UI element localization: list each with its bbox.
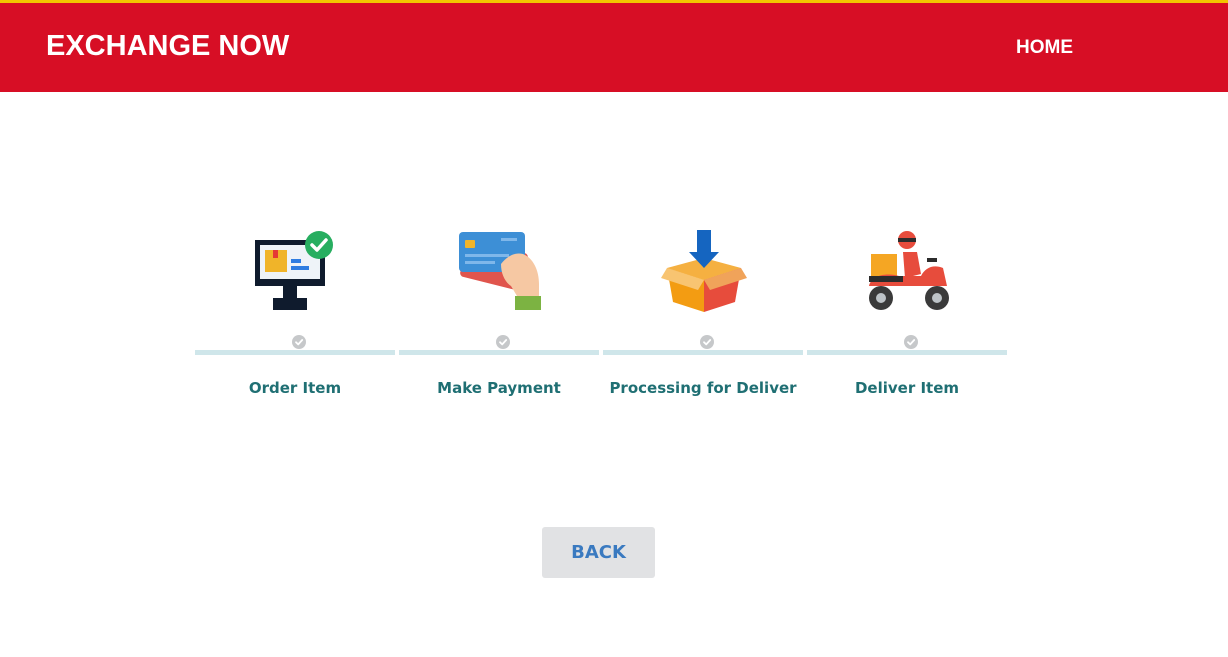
- step-label: Deliver Item: [854, 379, 960, 397]
- credit-card-payment-icon: [457, 228, 543, 314]
- step-progress-bar: [807, 350, 1007, 355]
- step-order-item: Order Item: [195, 228, 395, 408]
- step-deliver-item: Deliver Item: [807, 228, 1007, 408]
- step-processing-for-deliver: Processing for Deliver: [603, 228, 803, 408]
- step-make-payment: Make Payment: [399, 228, 599, 408]
- header-bar: EXCHANGE NOW HOME: [0, 0, 1228, 92]
- computer-order-icon: [253, 228, 339, 314]
- check-icon: [904, 335, 918, 349]
- nav-home-link[interactable]: HOME: [1016, 37, 1073, 59]
- back-button[interactable]: BACK: [542, 527, 655, 578]
- step-label: Processing for Deliver: [609, 379, 797, 397]
- step-progress-bar: [603, 350, 803, 355]
- order-progress-steps: Order Item Make Payment Processing for D…: [195, 228, 1011, 408]
- check-icon: [496, 335, 510, 349]
- delivery-scooter-icon: [865, 228, 951, 314]
- check-icon: [292, 335, 306, 349]
- brand-title: EXCHANGE NOW: [46, 30, 290, 62]
- step-label: Order Item: [248, 379, 342, 397]
- step-progress-bar: [399, 350, 599, 355]
- check-icon: [700, 335, 714, 349]
- package-box-icon: [661, 228, 747, 314]
- step-label: Make Payment: [437, 379, 561, 397]
- step-progress-bar: [195, 350, 395, 355]
